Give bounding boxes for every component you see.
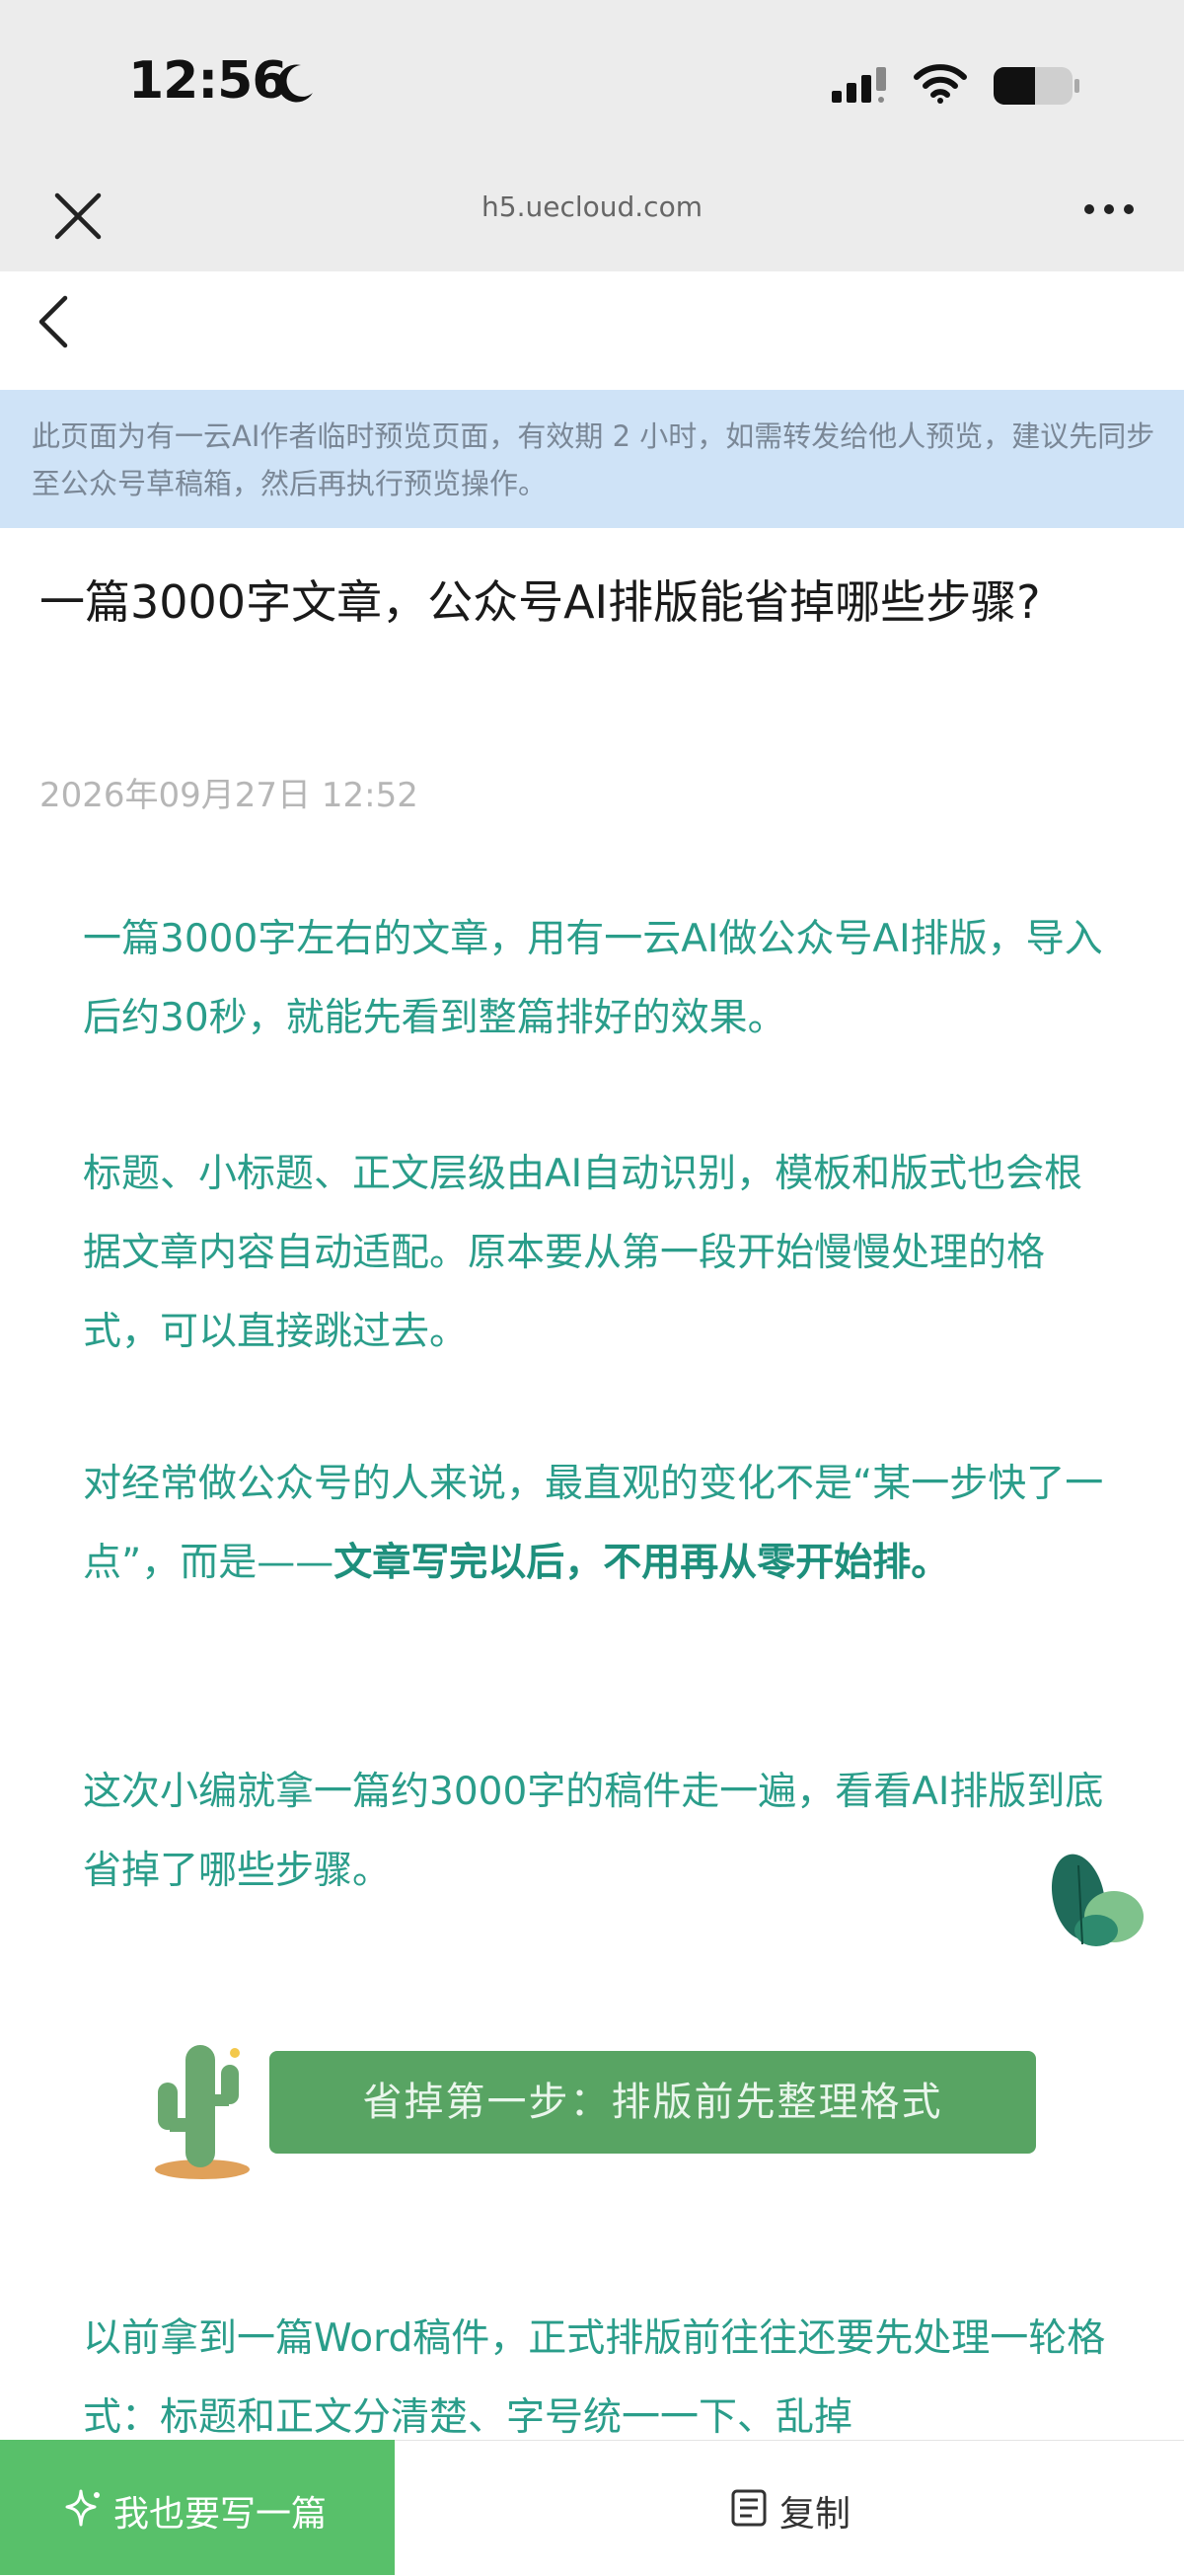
write-article-label: 我也要写一篇 <box>113 2494 328 2535</box>
paragraph-5: 以前拿到一篇Word稿件，正式排版前往往还要先处理一轮格式：标题和正文分清楚、字… <box>83 2316 1106 2440</box>
section-heading-1: 省掉第一步：排版前先整理格式 <box>269 2051 1036 2154</box>
paragraph-3-bold: 文章写完以后，不用再从零开始排。 <box>333 1541 950 1585</box>
sparkle-icon <box>65 2489 100 2527</box>
status-time: 12:56 <box>128 51 288 111</box>
paragraph-3: 对经常做公众号的人来说，最直观的变化不是“某一步快了一点”，而是——文章写完以后… <box>83 1445 1109 1603</box>
browser-url: h5.uecloud.com <box>481 190 703 223</box>
plant-illustration <box>1051 1854 1144 1946</box>
paragraph-1: 一篇3000字左右的文章，用有一云AI做公众号AI排版，导入后约30秒，就能先看… <box>83 917 1103 1040</box>
copy-button[interactable]: 复制 <box>779 2485 851 2537</box>
more-icon[interactable] <box>1075 189 1145 229</box>
article-date: 2026年09月27日 12:52 <box>39 776 418 815</box>
moon-icon <box>277 64 313 103</box>
back-chevron-icon[interactable] <box>32 292 81 351</box>
paragraph-4: 这次小编就拿一篇约3000字的稿件走一遍，看看AI排版到底省掉了哪些步骤。 <box>83 1770 1104 1893</box>
wifi-icon <box>914 64 967 104</box>
cactus-illustration <box>155 2045 250 2179</box>
copy-icon[interactable] <box>728 2487 770 2529</box>
preview-notice-text: 此页面为有一云AI作者临时预览页面，有效期 2 小时，如需转发给他人预览，建议先… <box>32 419 1155 500</box>
article-title: 一篇3000字文章，公众号AI排版能省掉哪些步骤? <box>39 575 1041 629</box>
nav-bar <box>0 271 1184 390</box>
battery-icon <box>994 67 1079 105</box>
signal-icon <box>832 67 886 103</box>
paragraph-2: 标题、小标题、正文层级由AI自动识别，模板和版式也会根据文章内容自动适配。原本要… <box>83 1152 1083 1354</box>
